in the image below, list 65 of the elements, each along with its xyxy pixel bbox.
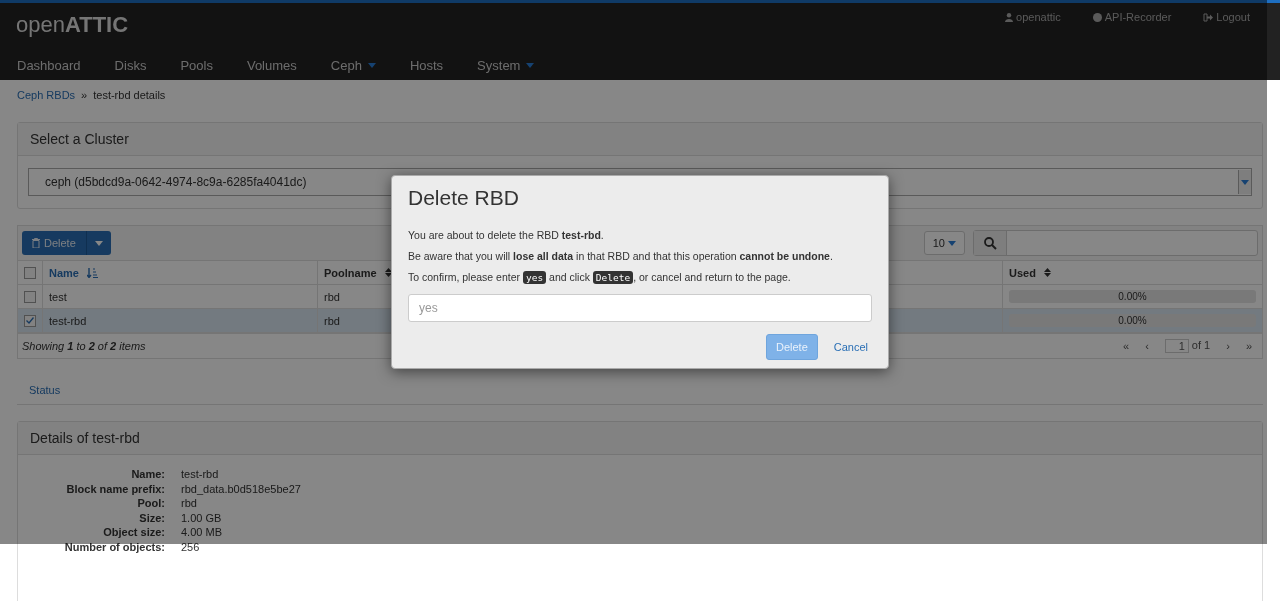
caret-icon	[526, 63, 535, 68]
confirmation-field[interactable]: yes	[408, 294, 872, 322]
field-label: Name:	[130, 467, 165, 482]
sort-ascending-icon[interactable]	[86, 267, 98, 278]
nav-menu-item[interactable]: Volumes	[229, 52, 314, 79]
next-page-button[interactable]: ›	[1226, 340, 1230, 352]
column-header[interactable]: Poolname	[324, 266, 377, 279]
field-label: Block name prefix:	[65, 481, 165, 496]
caret-icon	[367, 63, 376, 68]
field-value: rbd	[181, 496, 198, 511]
user-icon	[1005, 12, 1014, 22]
field-value: test-rbd	[181, 467, 220, 482]
logo[interactable]: openATTIC	[16, 12, 129, 38]
breadcrumb-current: test-rbd details	[93, 89, 166, 101]
column-header[interactable]: Name	[49, 266, 79, 279]
page-size-dropdown[interactable]: 10	[923, 231, 965, 255]
caret-icon	[948, 240, 956, 246]
field-label: Object size:	[102, 525, 165, 540]
dialog-message: To confirm, please enter yes and click Delete , or cancel and return to the page.	[408, 271, 792, 283]
sort-icon[interactable]	[1043, 268, 1051, 277]
first-page-button[interactable]: «	[1123, 340, 1130, 352]
field-label: Pool:	[136, 496, 165, 511]
table-cell: test-rbd	[42, 308, 318, 333]
api-recorder-link[interactable]: API-Recorder	[1092, 11, 1172, 23]
dropdown-caret-icon	[1241, 179, 1249, 185]
field-value: 1.00 GB	[181, 510, 223, 525]
dialog-message: You are about to delete the RBD test-rbd.	[408, 229, 605, 241]
field-value: 4.00 MB	[181, 525, 223, 540]
trash-icon	[32, 238, 40, 248]
breadcrumb-link[interactable]: Ceph RBDs	[17, 89, 76, 101]
field-label: Number of objects:	[63, 539, 165, 554]
usage-reading: 0.00%	[1118, 315, 1147, 326]
panel-title: Select a Cluster	[18, 123, 1262, 156]
nav-menu-item[interactable]: System	[460, 52, 552, 79]
item-count: Showing 1 to 2 of 2 items	[22, 340, 146, 352]
last-page-button[interactable]: »	[1245, 340, 1252, 352]
page-field[interactable]: 1	[1164, 339, 1189, 353]
field-value: 256	[181, 539, 201, 554]
logout-icon	[1203, 12, 1214, 22]
breadcrumb-separator: »	[81, 89, 88, 101]
dialog-message: Be aware that you will lose all data in that RBD and that this operation cannot be undone.	[408, 250, 834, 262]
checkbox[interactable]	[24, 314, 36, 327]
nav-menu-item[interactable]: Hosts	[392, 52, 461, 79]
nav-menu-item[interactable]: Disks	[97, 52, 164, 79]
caret-icon	[94, 240, 103, 246]
nav-menu-item[interactable]: Dashboard	[0, 52, 98, 79]
user-link[interactable]: openattic	[1005, 11, 1061, 23]
search-field[interactable]	[973, 230, 1258, 256]
circle-icon	[1092, 12, 1102, 22]
field-value: rbd_data.b0d518e5be27	[181, 481, 302, 496]
field-label: Size:	[138, 510, 165, 525]
tab[interactable]: Status	[29, 384, 61, 396]
usage-reading: 0.00%	[1118, 291, 1147, 302]
cancel-link[interactable]: Cancel	[829, 335, 872, 359]
panel-title: Details of test-rbd	[18, 422, 1262, 455]
column-header[interactable]: Used	[1009, 266, 1036, 279]
table-cell: test	[42, 284, 318, 309]
checkbox[interactable]	[24, 266, 36, 279]
previous-page-button[interactable]: ‹	[1145, 340, 1149, 352]
nav-menu-item[interactable]: Ceph	[313, 52, 393, 79]
search-icon	[983, 236, 997, 250]
nav-menu-item[interactable]: Pools	[163, 52, 230, 79]
page-total: of 1	[1191, 339, 1211, 353]
checkbox[interactable]	[24, 290, 36, 303]
logout-link[interactable]: Logout	[1203, 11, 1250, 23]
